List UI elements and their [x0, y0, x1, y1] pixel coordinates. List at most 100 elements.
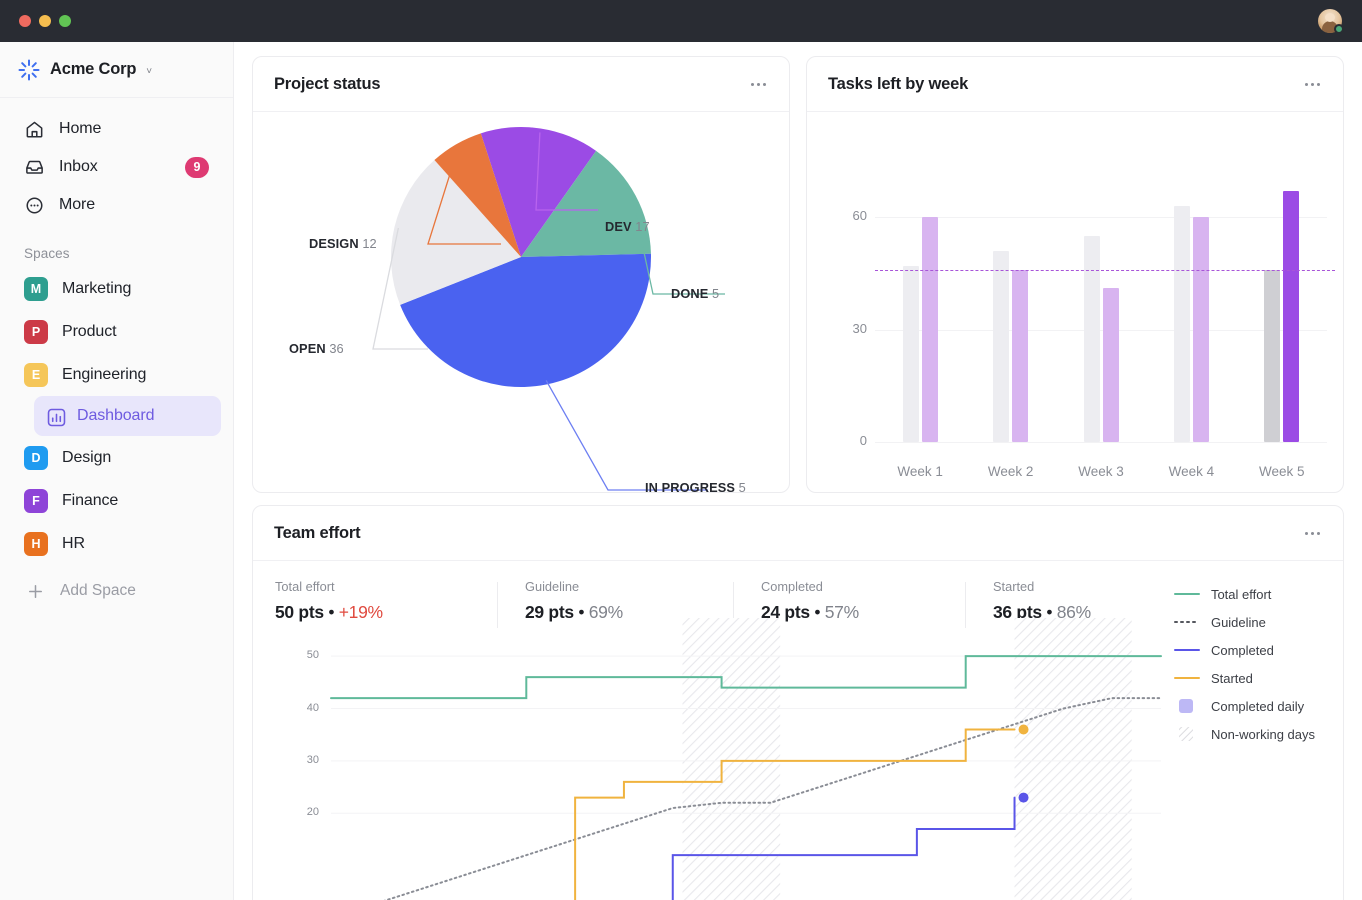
- bar-gridline: [875, 330, 1327, 331]
- page-title-team-effort: Team effort: [274, 524, 360, 543]
- space-chip-marketing: M: [24, 277, 48, 301]
- spaces-list: M Marketing P Product E Engineering: [0, 267, 233, 611]
- plus-icon: [25, 581, 46, 602]
- sidebar-item-product[interactable]: P Product: [12, 310, 221, 353]
- online-status-indicator: [1334, 24, 1344, 34]
- tasks-left-card-header: Tasks left by week: [807, 57, 1343, 112]
- inbox-icon: [24, 157, 45, 178]
- bar-current-week-1[interactable]: [922, 217, 938, 442]
- bar-chart-icon: [46, 407, 65, 426]
- team-effort-card: Team effort Total effort 50 pts • +19% G…: [252, 505, 1344, 900]
- project-status-card: Project status DEV 17 DONE 5 IN PROGRESS…: [252, 56, 790, 493]
- bar-previous-week-2[interactable]: [993, 251, 1009, 442]
- non-working-band: [683, 618, 781, 900]
- bar-x-tick-week-1: Week 1: [870, 464, 970, 479]
- add-space-button[interactable]: Add Space: [12, 571, 221, 611]
- space-chip-product: P: [24, 320, 48, 344]
- space-label-design: Design: [62, 449, 111, 467]
- tasks-left-by-week-card: Tasks left by week 03060Week 1Week 2Week…: [806, 56, 1344, 493]
- bar-y-tick-0: 0: [829, 433, 867, 448]
- project-status-pie-chart: DEV 17 DONE 5 IN PROGRESS 5 OPEN 36 DESI…: [253, 112, 789, 493]
- non-working-band: [1015, 618, 1132, 900]
- space-label-product: Product: [62, 323, 116, 341]
- bar-gridline: [875, 442, 1327, 443]
- stat-key-completed: Completed: [761, 579, 939, 594]
- bar-previous-week-4[interactable]: [1174, 206, 1190, 442]
- close-window-button[interactable]: [19, 15, 31, 27]
- pie-label-dev: DEV 17: [605, 219, 650, 234]
- nav-label-home: Home: [59, 120, 101, 138]
- team-effort-svg: [253, 618, 1343, 900]
- pie-svg: [253, 112, 791, 493]
- space-label-marketing: Marketing: [62, 280, 131, 298]
- pie-label-design: DESIGN 12: [309, 236, 377, 251]
- nav-item-inbox[interactable]: Inbox 9: [12, 148, 221, 186]
- space-label-engineering: Engineering: [62, 366, 146, 384]
- page-title-project-status: Project status: [274, 75, 380, 94]
- bar-gridline: [875, 217, 1327, 218]
- tasks-left-bar-chart: 03060Week 1Week 2Week 3Week 4Week 5: [807, 112, 1343, 493]
- nav-label-more: More: [59, 196, 95, 214]
- add-space-label: Add Space: [60, 582, 136, 600]
- line-marker-started[interactable]: [1019, 724, 1029, 734]
- line-marker-completed[interactable]: [1019, 793, 1029, 803]
- primary-nav: Home Inbox 9: [0, 98, 233, 224]
- pie-label-done: DONE 5: [671, 286, 719, 301]
- stat-key-total-effort: Total effort: [275, 579, 471, 594]
- bar-previous-week-3[interactable]: [1084, 236, 1100, 442]
- space-chip-design: D: [24, 446, 48, 470]
- app-root: Acme Corp ˅ Home: [0, 0, 1362, 900]
- window-titlebar: [0, 0, 1362, 42]
- minimize-window-button[interactable]: [39, 15, 51, 27]
- workspace-name: Acme Corp: [50, 60, 136, 79]
- team-effort-menu-button[interactable]: [1303, 526, 1322, 541]
- bar-current-week-2[interactable]: [1012, 270, 1028, 443]
- bar-average-line: [875, 270, 1335, 271]
- pie-label-open: OPEN 36: [289, 341, 344, 356]
- sidebar-item-hr[interactable]: H HR: [12, 522, 221, 565]
- legend-swatch-icon: [1174, 587, 1200, 601]
- project-status-card-header: Project status: [253, 57, 789, 112]
- bar-previous-week-5[interactable]: [1264, 270, 1280, 443]
- more-icon: [24, 195, 45, 216]
- sidebar-item-finance[interactable]: F Finance: [12, 479, 221, 522]
- stat-key-started: Started: [993, 579, 1139, 594]
- nav-item-more[interactable]: More: [12, 186, 221, 224]
- project-status-menu-button[interactable]: [749, 77, 768, 92]
- nav-item-home[interactable]: Home: [12, 110, 221, 148]
- stat-started: Started 36 pts • 86%: [965, 579, 1165, 623]
- bar-current-week-5[interactable]: [1283, 191, 1299, 442]
- sidebar-item-dashboard[interactable]: Dashboard: [34, 396, 221, 436]
- sidebar-item-engineering[interactable]: E Engineering: [12, 353, 221, 396]
- stat-key-guideline: Guideline: [525, 579, 707, 594]
- bar-current-week-3[interactable]: [1103, 288, 1119, 442]
- team-effort-card-header: Team effort: [253, 506, 1343, 561]
- stat-guideline: Guideline 29 pts • 69%: [497, 579, 733, 623]
- chevron-down-icon[interactable]: ˅: [146, 66, 152, 77]
- avatar[interactable]: [1318, 9, 1342, 33]
- sidebar-item-design[interactable]: D Design: [12, 436, 221, 479]
- legend-item-total-effort[interactable]: Total effort: [1174, 580, 1315, 608]
- workspace-switcher[interactable]: Acme Corp ˅: [0, 42, 233, 98]
- tasks-left-menu-button[interactable]: [1303, 77, 1322, 92]
- space-label-finance: Finance: [62, 492, 118, 510]
- stat-total-effort: Total effort 50 pts • +19%: [275, 579, 497, 623]
- space-label-hr: HR: [62, 535, 85, 553]
- bar-previous-week-1[interactable]: [903, 266, 919, 442]
- sidebar-item-marketing[interactable]: M Marketing: [12, 267, 221, 310]
- bar-x-tick-week-2: Week 2: [961, 464, 1061, 479]
- bar-current-week-4[interactable]: [1193, 217, 1209, 442]
- space-chip-hr: H: [24, 532, 48, 556]
- page-title-tasks-left: Tasks left by week: [828, 75, 968, 94]
- legend-label: Total effort: [1211, 587, 1271, 602]
- line-y-tick-40: 40: [295, 702, 319, 714]
- maximize-window-button[interactable]: [59, 15, 71, 27]
- space-chip-engineering: E: [24, 363, 48, 387]
- home-icon: [24, 119, 45, 140]
- inbox-unread-badge: 9: [185, 157, 209, 178]
- sidebar-item-label-dashboard: Dashboard: [77, 407, 154, 425]
- bar-y-tick-30: 30: [829, 321, 867, 336]
- pie-leader-line: [546, 380, 708, 490]
- window-controls[interactable]: [14, 15, 71, 27]
- nav-label-inbox: Inbox: [59, 158, 98, 176]
